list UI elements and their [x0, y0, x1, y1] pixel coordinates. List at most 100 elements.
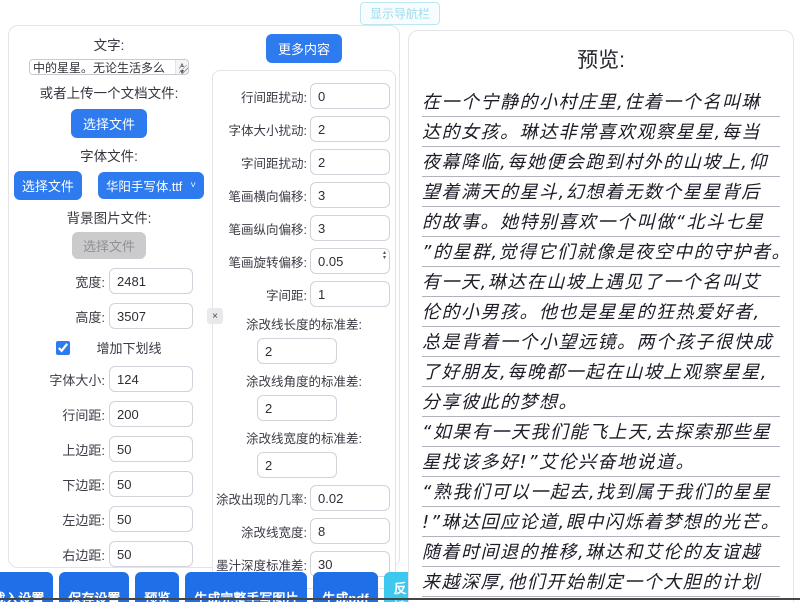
correction-length-std-input[interactable]: [257, 338, 337, 364]
stroke-rotation-offset-field: 笔画旋转偏移: ▴ ▾: [218, 248, 390, 274]
underline-checkbox[interactable]: [56, 341, 70, 355]
window-bottom-edge: [0, 598, 800, 600]
preview-line: “如果有一天我们能飞上天,去探索那些星: [422, 417, 780, 447]
text-label: 文字:: [94, 34, 125, 54]
spinner-down-icon[interactable]: ▾: [383, 256, 386, 261]
preview-line: 在一个宁静的小村庄里,住着一个名叫琳: [422, 87, 780, 117]
right-margin-label: 右边距:: [62, 545, 105, 564]
bottom-margin-field: 下边距:: [25, 471, 193, 497]
line-spacing-jitter-input[interactable]: [310, 83, 390, 109]
stroke-horizontal-offset-input[interactable]: [310, 182, 390, 208]
font-size-input[interactable]: [109, 366, 193, 392]
preview-line: ”的星群,觉得它们就像是夜空中的守护者。: [422, 237, 780, 267]
remove-bg-close-icon[interactable]: ×: [207, 308, 223, 324]
more-content-button[interactable]: 更多内容: [266, 34, 342, 63]
correction-line-width-field: 涂改线宽度:: [218, 518, 390, 544]
font-select-value: 华阳手写体.ttf: [106, 176, 182, 195]
left-margin-field: 左边距:: [25, 506, 193, 532]
line-spacing-jitter-field: 行间距扰动:: [218, 83, 390, 109]
number-spinner[interactable]: ▴ ▾: [383, 251, 386, 261]
correction-angle-std-input[interactable]: [257, 395, 337, 421]
top-margin-input[interactable]: [109, 436, 193, 462]
height-input[interactable]: [109, 303, 193, 329]
stroke-vertical-offset-input[interactable]: [310, 215, 390, 241]
font-select[interactable]: 华阳手写体.ttf ˅: [98, 172, 204, 199]
preview-title: 预览:: [422, 44, 780, 74]
bottom-margin-input[interactable]: [109, 471, 193, 497]
width-label: 宽度:: [75, 272, 105, 291]
width-field: 宽度:: [25, 268, 193, 294]
char-spacing-jitter-label: 字间距扰动:: [241, 153, 307, 172]
stroke-horizontal-offset-field: 笔画横向偏移:: [218, 182, 390, 208]
stroke-rotation-offset-label: 笔画旋转偏移:: [229, 252, 307, 271]
bottom-margin-label: 下边距:: [62, 475, 105, 494]
char-spacing-jitter-input[interactable]: [310, 149, 390, 175]
font-file-label: 字体文件:: [80, 145, 138, 165]
correction-probability-input[interactable]: [310, 485, 390, 511]
font-size-jitter-input[interactable]: [310, 116, 390, 142]
resize-grip-icon[interactable]: [179, 65, 188, 74]
line-spacing-label: 行间距:: [62, 405, 105, 424]
font-size-label: 字体大小:: [49, 370, 105, 389]
correction-width-std-field: 涂改线宽度的标准差:: [218, 428, 390, 478]
preview-line: 随着时间退的推移,琳达和艾伦的友谊越: [422, 537, 780, 567]
right-margin-field: 右边距:: [25, 541, 193, 567]
width-input[interactable]: [109, 268, 193, 294]
parameters-box: 行间距扰动: 字体大小扰动: 字间距扰动: 笔画横向偏移: 笔画纵向偏移: 笔画…: [212, 70, 396, 589]
char-spacing-jitter-field: 字间距扰动:: [218, 149, 390, 175]
line-spacing-input[interactable]: [109, 401, 193, 427]
preview-line: 了好朋友,每晚都一起在山坡上观察星星,: [422, 357, 780, 387]
stroke-horizontal-offset-label: 笔画横向偏移:: [229, 186, 307, 205]
preview-line: 星找该多好!”艾伦兴奋地说道。: [422, 447, 780, 477]
preview-line: 有一天,琳达在山坡上遇见了一个名叫艾: [422, 267, 780, 297]
preview-line: “熟我们可以一起去,找到属于我们的星星: [422, 477, 780, 507]
underline-check-row: 增加下划线: [25, 338, 193, 357]
left-margin-label: 左边距:: [62, 510, 105, 529]
correction-line-width-input[interactable]: [310, 518, 390, 544]
char-spacing-field: 字间距:: [218, 281, 390, 307]
text-input[interactable]: 中的星星。无论生活多么变化，他们的友谊和对星空的热爱始终闪耀着光芒。: [30, 60, 176, 75]
preview-line: !”琳达回应论道,眼中闪烁着梦想的光芒。: [422, 507, 780, 537]
font-size-field: 字体大小:: [25, 366, 193, 392]
font-choose-file-button[interactable]: 选择文件: [14, 171, 82, 200]
preview-line: 总是背着一个小望远镜。两个孩子很快成: [422, 327, 780, 357]
stroke-rotation-offset-input[interactable]: [310, 248, 390, 274]
correction-probability-label: 涂改出现的几率:: [216, 489, 307, 508]
correction-probability-field: 涂改出现的几率:: [218, 485, 390, 511]
bg-choose-file-button[interactable]: 选择文件: [72, 232, 146, 259]
stroke-vertical-offset-field: 笔画纵向偏移:: [218, 215, 390, 241]
correction-length-std-field: 涂改线长度的标准差:: [218, 314, 390, 364]
upload-doc-choose-file-button[interactable]: 选择文件: [71, 109, 147, 138]
settings-left-column: 文字: 中的星星。无论生活多么变化，他们的友谊和对星空的热爱始终闪耀着光芒。 ▲…: [9, 26, 209, 567]
preview-panel: 预览: 在一个宁静的小村庄里,住着一个名叫琳 达的女孩。琳达非常喜欢观察星星,每…: [408, 30, 794, 602]
correction-angle-std-label: 涂改线角度的标准差:: [246, 371, 362, 390]
correction-width-std-input[interactable]: [257, 452, 337, 478]
height-label: 高度:: [75, 307, 105, 326]
underline-label: 增加下划线: [96, 338, 161, 357]
font-size-jitter-label: 字体大小扰动:: [229, 120, 307, 139]
preview-line: 分享彼此的梦想。: [422, 387, 780, 417]
font-size-jitter-field: 字体大小扰动:: [218, 116, 390, 142]
height-field: 高度: ×: [25, 303, 193, 329]
line-spacing-field: 行间距:: [25, 401, 193, 427]
correction-line-width-label: 涂改线宽度:: [241, 522, 307, 541]
left-margin-input[interactable]: [109, 506, 193, 532]
settings-middle-column: 更多内容 行间距扰动: 字体大小扰动: 字间距扰动: 笔画横向偏移: 笔画纵向偏…: [209, 26, 399, 567]
bg-image-label: 背景图片文件:: [67, 207, 152, 227]
correction-width-std-label: 涂改线宽度的标准差:: [246, 428, 362, 447]
correction-angle-std-field: 涂改线角度的标准差:: [218, 371, 390, 421]
settings-panel: 文字: 中的星星。无论生活多么变化，他们的友谊和对星空的热爱始终闪耀着光芒。 ▲…: [8, 25, 400, 568]
stroke-vertical-offset-label: 笔画纵向偏移:: [229, 219, 307, 238]
preview-line: 达的女孩。琳达非常喜欢观察星星,每当: [422, 117, 780, 147]
show-navbar-button[interactable]: 显示导航栏: [360, 2, 440, 25]
preview-line: 伦的小男孩。他也是星星的狂热爱好者,: [422, 297, 780, 327]
text-input-wrap: 中的星星。无论生活多么变化，他们的友谊和对星空的热爱始终闪耀着光芒。 ▲ ▼: [29, 59, 189, 75]
top-margin-label: 上边距:: [62, 440, 105, 459]
preview-line: 夜幕降临,每她便会跑到村外的山坡上,仰: [422, 147, 780, 177]
char-spacing-label: 字间距:: [266, 285, 307, 304]
right-margin-input[interactable]: [109, 541, 193, 567]
char-spacing-input[interactable]: [310, 281, 390, 307]
line-spacing-jitter-label: 行间距扰动:: [241, 87, 307, 106]
preview-line: 望着满天的星斗,幻想着无数个星星背后: [422, 177, 780, 207]
chevron-down-icon: ˅: [190, 180, 196, 191]
